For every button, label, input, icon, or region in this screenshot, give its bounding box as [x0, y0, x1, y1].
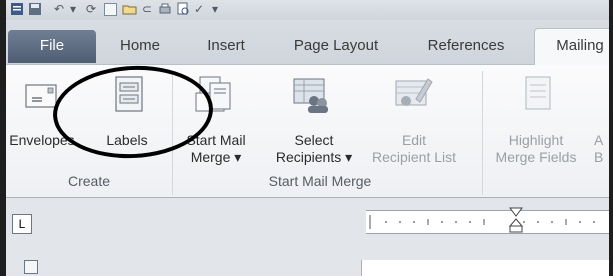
attach-icon[interactable]: ⊂	[142, 2, 152, 16]
ribbon-tabs: File Home Insert Page Layout References …	[6, 20, 609, 65]
document-page[interactable]	[361, 260, 609, 276]
save-icon[interactable]	[28, 2, 42, 16]
quick-access-toolbar: ↶ ▾ ⟳ ⊂ ✓ ▾	[6, 0, 609, 20]
print-preview-icon[interactable]	[176, 2, 190, 16]
tab-mailings[interactable]: Mailing	[534, 28, 609, 65]
highlight-merge-fields-icon	[524, 75, 554, 119]
tab-selector-button[interactable]: L	[12, 214, 32, 234]
open-folder-icon[interactable]	[122, 2, 138, 16]
customize-qat-icon[interactable]: ▾	[212, 2, 218, 16]
edit-recipient-list-label-line1: Edit	[401, 132, 427, 148]
undo-dropdown-icon[interactable]: ▾	[70, 2, 76, 16]
highlight-label-line1: Highlight	[508, 132, 564, 148]
edit-recipient-list-icon	[394, 75, 434, 119]
address-block-label-line1: A	[594, 132, 604, 148]
select-recipients-label-line2: Recipients ▾	[275, 149, 353, 165]
group-label-create: Create	[67, 173, 111, 189]
indent-marker-icon[interactable]	[508, 207, 524, 233]
word-window: ↶ ▾ ⟳ ⊂ ✓ ▾ File Home Insert Page Layout…	[6, 0, 609, 276]
address-block-label-line2: B	[594, 149, 604, 165]
select-recipients-label-line1: Select	[294, 132, 334, 148]
new-document-icon[interactable]	[104, 2, 117, 16]
horizontal-ruler[interactable]	[366, 207, 609, 234]
group-label-start-mail-merge: Start Mail Merge	[268, 173, 372, 189]
highlight-merge-fields-button[interactable]: Highlight Merge Fields	[484, 132, 588, 166]
tab-file[interactable]: File	[8, 30, 96, 63]
print-icon[interactable]	[158, 2, 172, 16]
ruler-toggle-icon[interactable]	[24, 260, 38, 274]
start-mail-merge-label-line2: Merge ▾	[190, 149, 242, 165]
spelling-check-icon[interactable]: ✓	[194, 2, 204, 16]
highlight-label-line2: Merge Fields	[495, 149, 577, 165]
redo-icon[interactable]: ⟳	[86, 2, 96, 16]
word-app-icon[interactable]	[10, 2, 24, 16]
select-recipients-button[interactable]: Select Recipients ▾	[266, 132, 362, 166]
address-block-button[interactable]: A B	[594, 132, 609, 166]
tab-insert[interactable]: Insert	[196, 30, 256, 62]
edit-recipient-list-button[interactable]: Edit Recipient List	[362, 132, 466, 166]
document-area: L	[6, 198, 609, 276]
undo-icon[interactable]: ↶	[54, 2, 64, 16]
tab-home[interactable]: Home	[110, 30, 170, 62]
tab-references[interactable]: References	[416, 30, 516, 62]
tab-page-layout[interactable]: Page Layout	[286, 30, 386, 62]
edit-recipient-list-label-line2: Recipient List	[371, 149, 457, 165]
select-recipients-icon	[292, 75, 332, 119]
group-separator	[482, 71, 483, 195]
